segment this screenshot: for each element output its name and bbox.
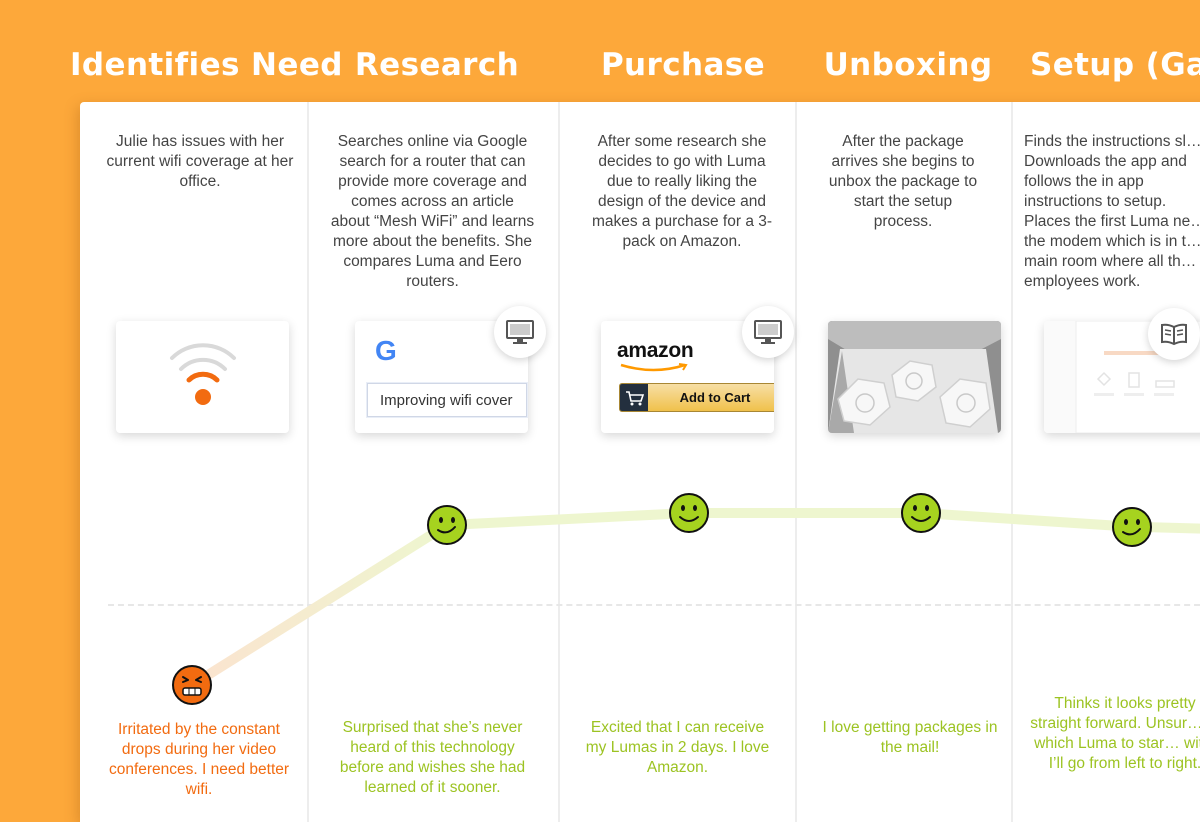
emotion-text-setup: Thinks it looks pretty straight forward.…	[1030, 695, 1200, 772]
emotion-text-purchase: Excited that I can receive my Lumas in 2…	[585, 719, 770, 776]
happy-face-icon	[901, 493, 941, 533]
stage-title-research: Research	[354, 47, 520, 83]
journey-map-board: Julie has issues with her current wifi c…	[80, 102, 1200, 822]
stage-title-unboxing: Unboxing	[823, 47, 993, 83]
smiling-face-icon	[427, 505, 467, 546]
smiling-face-icon	[1112, 506, 1152, 547]
emotion-text-research: Surprised that she’s never heard of this…	[339, 719, 526, 796]
emotion-text-unboxing: I love getting packages in the mail!	[822, 719, 998, 756]
frustrated-face-icon	[172, 665, 212, 705]
stage-title-identifies-need: Identifies Need	[70, 47, 343, 83]
happy-face-icon	[669, 493, 709, 533]
stage-title-purchase: Purchase	[600, 47, 766, 83]
stage-title-setup: Setup (Gate	[1030, 47, 1200, 83]
emotion-text-identifies-need: Irritated by the constant drops during h…	[108, 721, 290, 798]
